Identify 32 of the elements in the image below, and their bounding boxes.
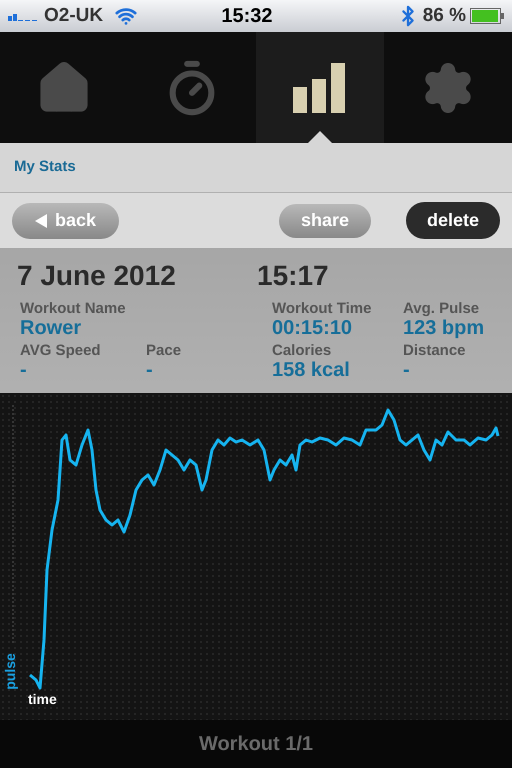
workout-date: 7 June 2012: [17, 262, 177, 290]
carrier-name: O2-UK: [44, 4, 104, 28]
x-axis-label: time: [28, 690, 57, 709]
clock: 15:32: [221, 4, 272, 29]
signal-icon: [8, 11, 40, 21]
stat-value: Rower: [20, 317, 82, 339]
workout-start-time: 15:17: [257, 262, 329, 290]
stat-value: 158 kcal: [272, 359, 351, 381]
stat-value: 123 bpm: [403, 317, 486, 339]
stat-value: -: [146, 359, 154, 381]
stat-value: 00:15:10: [272, 317, 354, 339]
delete-button[interactable]: delete: [406, 202, 500, 239]
stat-label: Avg. Pulse: [403, 300, 480, 317]
workout-counter: Workout 1/1: [198, 732, 314, 757]
stat-value: -: [403, 359, 411, 381]
stat-label: AVG Speed: [20, 342, 102, 359]
stat-label: Distance: [403, 342, 467, 359]
stat-label: Workout Time: [272, 300, 372, 317]
bar-chart-icon: [293, 62, 347, 112]
share-button[interactable]: share: [279, 204, 371, 238]
back-arrow-icon: [34, 214, 47, 228]
wifi-icon: [115, 5, 138, 27]
battery-icon: [470, 8, 504, 24]
tab[interactable]: [256, 32, 384, 143]
battery-percent: 86 %: [422, 4, 466, 28]
section-title: My Stats: [14, 157, 76, 178]
y-axis-label: pulse: [0, 653, 19, 690]
stat-value: -: [20, 359, 28, 381]
stat-label: Pace: [146, 342, 182, 359]
stat-label: Workout Name: [20, 300, 127, 317]
back-button[interactable]: back: [12, 202, 119, 238]
stat-label: Calories: [272, 342, 332, 359]
